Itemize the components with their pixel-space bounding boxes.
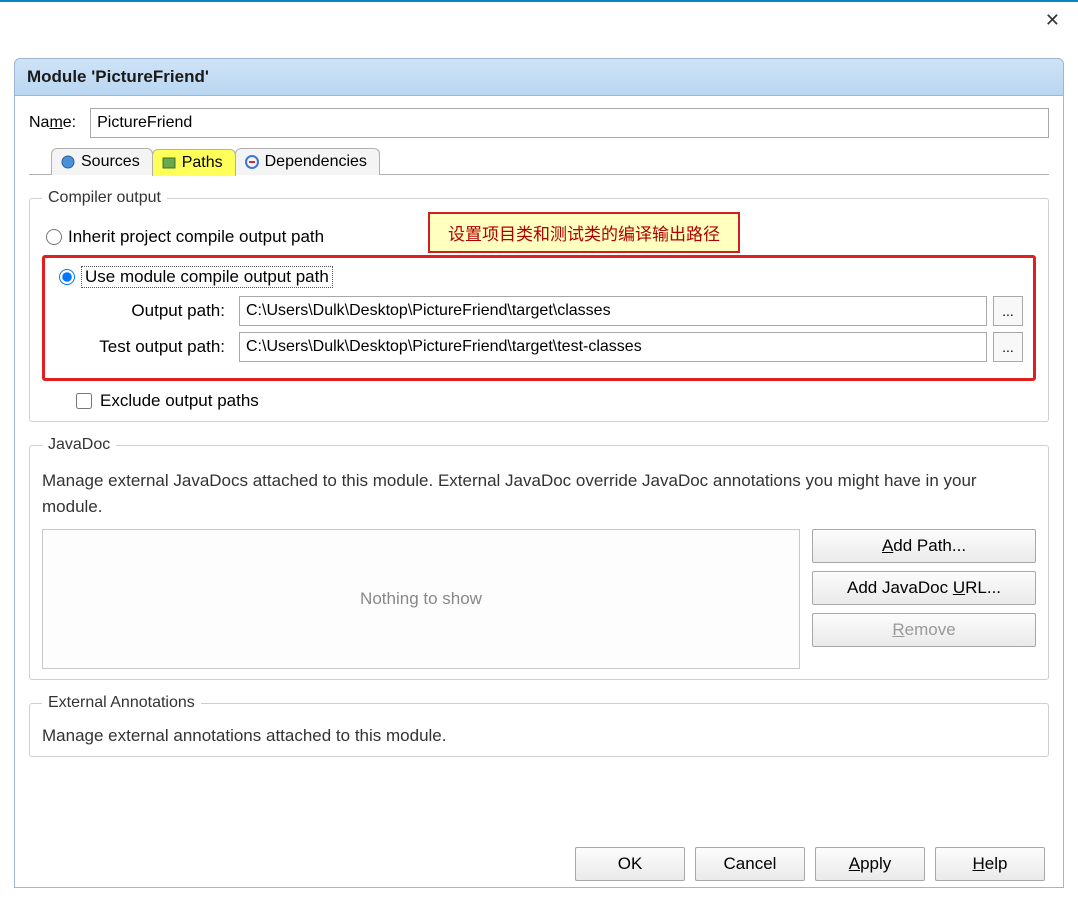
external-annotations-description: Manage external annotations attached to … xyxy=(42,726,1036,746)
ok-button[interactable]: OK xyxy=(575,847,685,881)
javadoc-fieldset: JavaDoc Manage external JavaDocs attache… xyxy=(29,436,1049,680)
dependencies-icon xyxy=(244,154,260,170)
name-input[interactable] xyxy=(90,108,1049,138)
external-annotations-legend: External Annotations xyxy=(42,694,201,712)
output-path-input[interactable] xyxy=(239,296,987,326)
dialog-content: Name: Sources Paths xyxy=(14,96,1064,888)
output-path-row: Output path: ... xyxy=(55,296,1023,326)
test-output-path-row: Test output path: ... xyxy=(55,332,1023,362)
javadoc-legend: JavaDoc xyxy=(42,436,116,454)
output-path-label: Output path: xyxy=(55,301,225,321)
dialog: Module 'PictureFriend' Name: Sources xyxy=(14,58,1064,888)
add-path-button[interactable]: Add Path... xyxy=(812,529,1036,563)
tab-panel: Compiler output 设置项目类和测试类的编译输出路径 Inherit… xyxy=(29,174,1049,839)
help-button[interactable]: Help xyxy=(935,847,1045,881)
test-output-path-input[interactable] xyxy=(239,332,987,362)
highlighted-section: Use module compile output path Output pa… xyxy=(42,255,1036,381)
remove-button[interactable]: Remove xyxy=(812,613,1036,647)
tabs: Sources Paths Dependencies xyxy=(51,148,1049,175)
use-module-radio[interactable] xyxy=(59,269,75,285)
use-module-label: Use module compile output path xyxy=(81,266,333,288)
add-url-button[interactable]: Add JavaDoc URL... xyxy=(812,571,1036,605)
dialog-button-bar: OK Cancel Apply Help xyxy=(29,839,1049,881)
close-icon[interactable]: ✕ xyxy=(1045,10,1060,31)
test-output-path-label: Test output path: xyxy=(55,337,225,357)
apply-button[interactable]: Apply xyxy=(815,847,925,881)
inherit-label: Inherit project compile output path xyxy=(68,227,324,247)
tab-sources[interactable]: Sources xyxy=(51,148,153,175)
sources-icon xyxy=(60,154,76,170)
exclude-checkbox-row: Exclude output paths xyxy=(76,391,1036,411)
name-row: Name: xyxy=(29,108,1049,138)
cancel-button[interactable]: Cancel xyxy=(695,847,805,881)
javadoc-empty-text: Nothing to show xyxy=(360,589,482,609)
dialog-title: Module 'PictureFriend' xyxy=(14,58,1064,96)
module-settings-window: ✕ Module 'PictureFriend' Name: Sources xyxy=(0,0,1078,898)
use-module-radio-row: Use module compile output path xyxy=(59,266,1023,288)
javadoc-split: Nothing to show Add Path... Add JavaDoc … xyxy=(42,529,1036,669)
javadoc-description: Manage external JavaDocs attached to thi… xyxy=(42,468,1036,519)
name-label: Name: xyxy=(29,114,76,132)
paths-icon xyxy=(161,155,177,171)
compiler-output-legend: Compiler output xyxy=(42,189,167,207)
annotation-callout: 设置项目类和测试类的编译输出路径 xyxy=(428,212,740,253)
tab-dependencies[interactable]: Dependencies xyxy=(235,148,380,175)
javadoc-buttons: Add Path... Add JavaDoc URL... Remove xyxy=(812,529,1036,669)
exclude-checkbox[interactable] xyxy=(76,393,92,409)
external-annotations-fieldset: External Annotations Manage external ann… xyxy=(29,694,1049,757)
inherit-radio[interactable] xyxy=(46,229,62,245)
javadoc-list[interactable]: Nothing to show xyxy=(42,529,800,669)
compiler-output-fieldset: Compiler output 设置项目类和测试类的编译输出路径 Inherit… xyxy=(29,189,1049,422)
output-browse-button[interactable]: ... xyxy=(993,296,1023,326)
tab-paths[interactable]: Paths xyxy=(152,149,236,176)
test-output-browse-button[interactable]: ... xyxy=(993,332,1023,362)
exclude-label: Exclude output paths xyxy=(100,391,259,411)
